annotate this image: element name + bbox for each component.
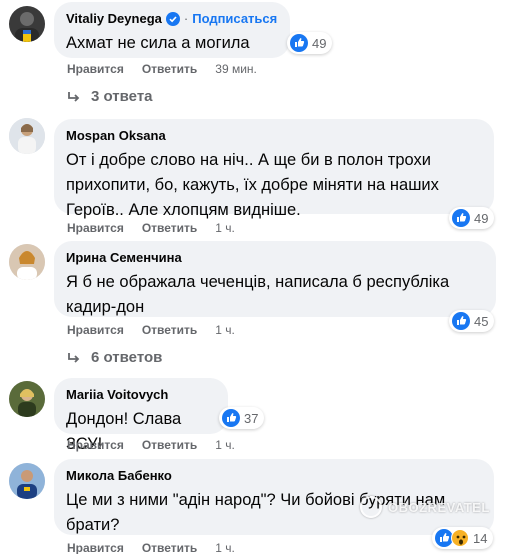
comment-text: Я б не ображала чеченців, написала б рес… bbox=[66, 270, 484, 320]
verified-badge-icon bbox=[165, 12, 180, 26]
comment-timestamp[interactable]: 1 ч. bbox=[215, 438, 235, 452]
subscribe-button[interactable]: Подписаться bbox=[192, 11, 277, 27]
replies-label: 3 ответа bbox=[91, 88, 153, 105]
reaction-count-pill[interactable]: 14 bbox=[432, 527, 494, 549]
comment-text-line: кадир-дон bbox=[66, 298, 145, 316]
comment-text-line: Героїв.. Але хлопцям видніше. bbox=[66, 201, 301, 219]
reaction-count: 37 bbox=[244, 410, 259, 426]
comment-actions: Нравится Ответить 1 ч. bbox=[67, 541, 235, 554]
avatar[interactable] bbox=[9, 244, 45, 280]
like-button[interactable]: Нравится bbox=[67, 541, 124, 554]
comment-actions: Нравится Ответить 1 ч. bbox=[67, 323, 235, 337]
comment-bubble: Ирина Семенчина Я б не ображала чеченців… bbox=[54, 241, 496, 317]
comment-text: Ахмат не сила а могила bbox=[66, 34, 250, 52]
watermark-logo-icon bbox=[360, 496, 382, 518]
separator-dot: · bbox=[183, 11, 189, 26]
comment-text-line: прихопити, бо, кажуть, їх добре міняти н… bbox=[66, 176, 439, 194]
reply-button[interactable]: Ответить bbox=[142, 438, 197, 452]
comment-text-line: От і добре слово на ніч.. А ще би в поло… bbox=[66, 151, 431, 169]
comment-timestamp[interactable]: 39 мин. bbox=[215, 62, 257, 76]
reply-arrow-icon bbox=[68, 352, 80, 363]
comment-timestamp[interactable]: 1 ч. bbox=[215, 221, 235, 235]
like-reaction-icon bbox=[452, 312, 470, 330]
comment-actions: Нравится Ответить 1 ч. bbox=[67, 438, 235, 452]
like-reaction-icon bbox=[290, 34, 308, 52]
avatar[interactable] bbox=[9, 118, 45, 154]
reply-arrow-icon bbox=[68, 91, 80, 102]
comment-actions: Нравится Ответить 39 мин. bbox=[67, 62, 257, 76]
reaction-count-pill[interactable]: 37 bbox=[219, 407, 265, 429]
reaction-count: 14 bbox=[473, 530, 488, 546]
like-button[interactable]: Нравится bbox=[67, 438, 124, 452]
reaction-count-pill[interactable]: 49 bbox=[287, 32, 333, 54]
reply-button[interactable]: Ответить bbox=[142, 221, 197, 235]
like-button[interactable]: Нравится bbox=[67, 62, 124, 76]
like-reaction-icon bbox=[452, 209, 470, 227]
avatar[interactable] bbox=[9, 381, 45, 417]
view-replies-button[interactable]: 6 ответов bbox=[67, 349, 162, 366]
comment-bubble: Mospan Oksana От і добре слово на ніч.. … bbox=[54, 119, 494, 219]
comment-author[interactable]: Микола Бабенко bbox=[66, 468, 172, 484]
replies-label: 6 ответов bbox=[91, 349, 163, 366]
comment-author[interactable]: Mospan Oksana bbox=[66, 128, 166, 144]
wow-reaction-icon bbox=[451, 529, 469, 547]
comment-text-line: Я б не ображала чеченців, написала б рес… bbox=[66, 273, 450, 291]
view-replies-button[interactable]: 3 ответа bbox=[67, 88, 153, 105]
reaction-count: 45 bbox=[474, 313, 489, 329]
reply-button[interactable]: Ответить bbox=[142, 541, 197, 554]
watermark-text: OBOZREVATEL bbox=[388, 499, 490, 515]
reply-button[interactable]: Ответить bbox=[142, 323, 197, 337]
reaction-count: 49 bbox=[312, 35, 327, 51]
comment-timestamp[interactable]: 1 ч. bbox=[215, 541, 235, 554]
comment-text: От і добре слово на ніч.. А ще би в поло… bbox=[66, 148, 482, 223]
comment-actions: Нравится Ответить 1 ч. bbox=[67, 221, 235, 235]
reaction-count: 49 bbox=[474, 210, 489, 226]
like-button[interactable]: Нравится bbox=[67, 221, 124, 235]
reaction-count-pill[interactable]: 49 bbox=[449, 207, 495, 229]
like-button[interactable]: Нравится bbox=[67, 323, 124, 337]
avatar[interactable] bbox=[9, 6, 45, 42]
like-reaction-icon bbox=[222, 409, 240, 427]
comment-author[interactable]: Ирина Семенчина bbox=[66, 250, 182, 266]
watermark: OBOZREVATEL bbox=[360, 496, 490, 518]
reply-button[interactable]: Ответить bbox=[142, 62, 197, 76]
comment-bubble: Vitaliy Deynega · Подписаться Ахмат не с… bbox=[54, 2, 290, 58]
avatar[interactable] bbox=[9, 463, 45, 499]
comment-author[interactable]: Mariia Voitovych bbox=[66, 387, 168, 403]
comment-author[interactable]: Vitaliy Deynega bbox=[66, 11, 162, 27]
comment-timestamp[interactable]: 1 ч. bbox=[215, 323, 235, 337]
reaction-count-pill[interactable]: 45 bbox=[449, 310, 495, 332]
comment-bubble: Mariia Voitovych Дондон! Слава ЗСУ! bbox=[54, 378, 228, 453]
